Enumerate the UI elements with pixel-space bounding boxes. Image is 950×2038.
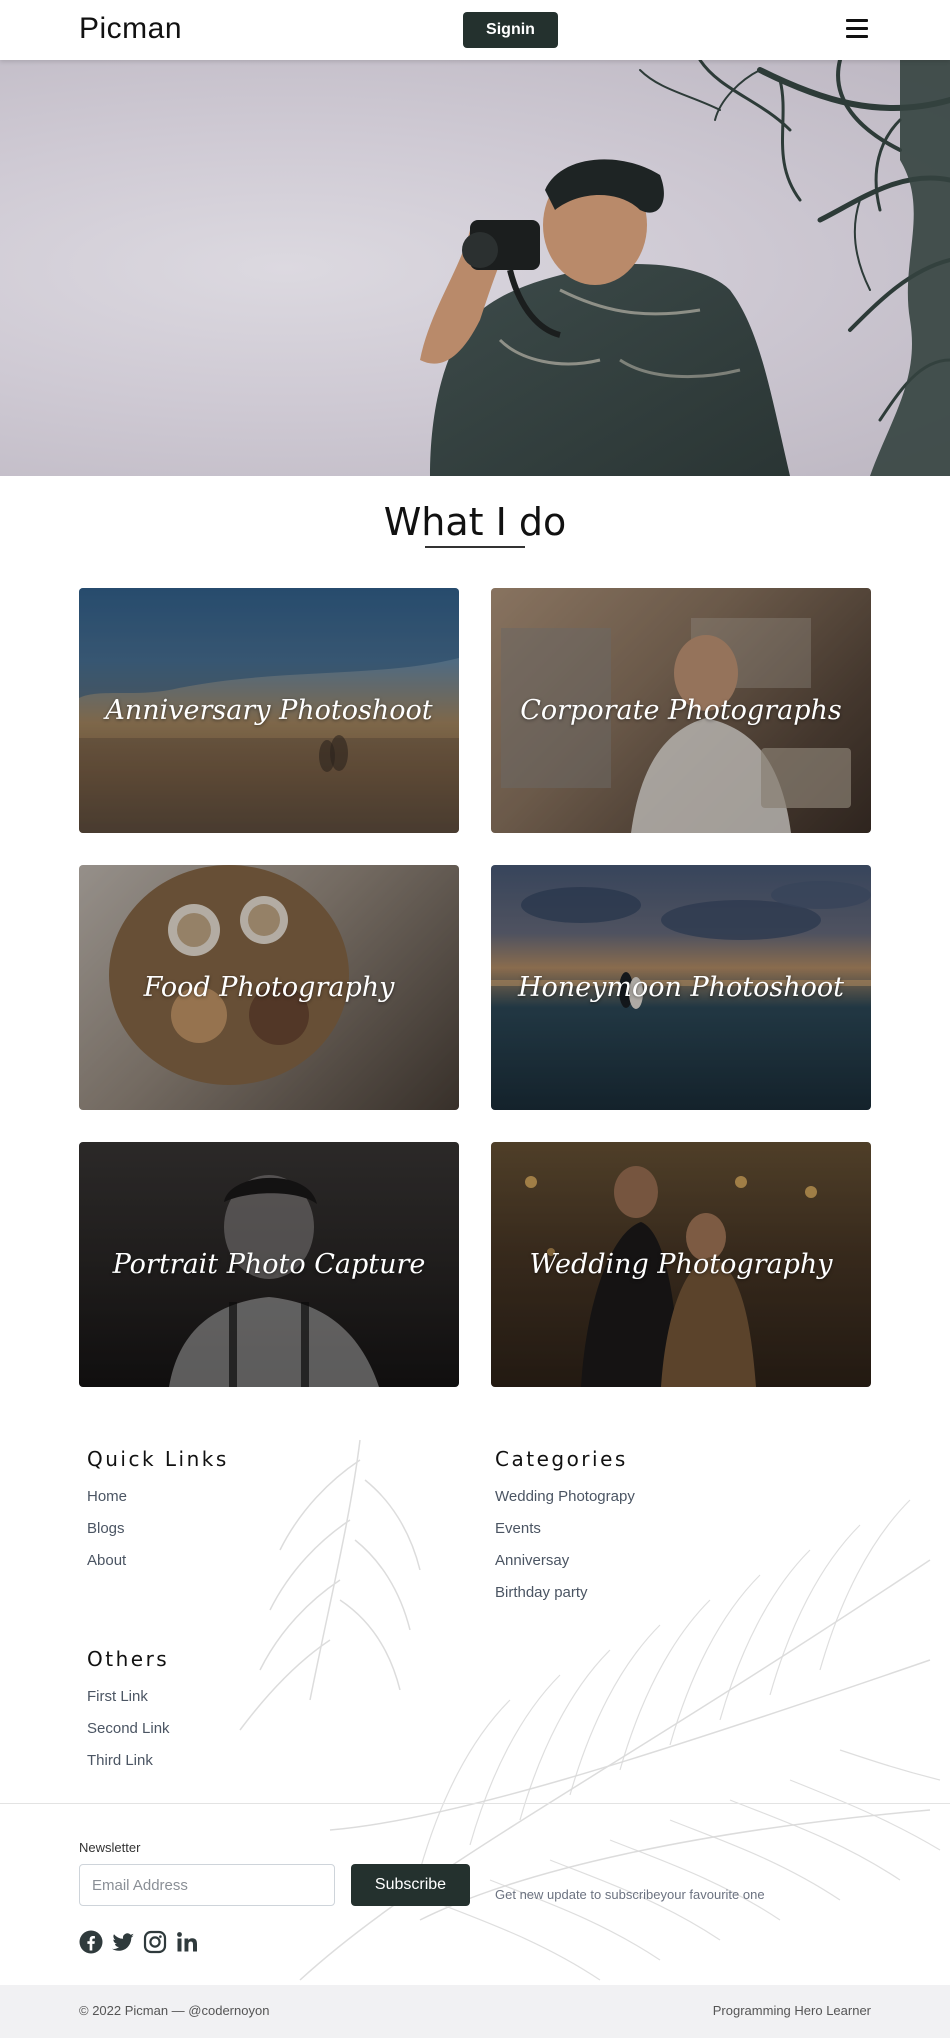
category-link-anniversary[interactable]: Anniversay <box>495 1552 569 1569</box>
service-card-corporate[interactable]: Corporate Photographs <box>491 588 871 833</box>
others-link-third[interactable]: Third Link <box>87 1752 153 1769</box>
footer-link-about[interactable]: About <box>87 1552 126 1569</box>
brand-logo[interactable]: Picman <box>79 12 182 46</box>
others-title: Others <box>87 1647 170 1671</box>
signin-button[interactable]: Signin <box>463 12 558 48</box>
card-label: Portrait Photo Capture <box>112 1249 426 1280</box>
copyright-text: © 2022 Picman — @codernoyon <box>79 2003 270 2018</box>
newsletter-note: Get new update to subscribeyour favourit… <box>495 1887 765 1902</box>
card-label: Wedding Photography <box>529 1249 833 1280</box>
card-label: Honeymoon Photoshoot <box>517 972 845 1003</box>
newsletter-label: Newsletter <box>79 1840 141 1855</box>
navbar: Picman Signin <box>0 0 950 60</box>
categories-title: Categories <box>495 1447 628 1471</box>
category-link-birthday[interactable]: Birthday party <box>495 1584 588 1601</box>
service-card-anniversary[interactable]: Anniversary Photoshoot <box>79 588 459 833</box>
service-card-wedding[interactable]: Wedding Photography <box>491 1142 871 1387</box>
instagram-icon[interactable] <box>143 1930 167 1954</box>
hero-image <box>0 60 950 476</box>
title-underline <box>425 546 525 548</box>
bottom-bar: © 2022 Picman — @codernoyon Programming … <box>0 1985 950 2038</box>
linkedin-icon[interactable] <box>175 1930 199 1954</box>
subscribe-button[interactable]: Subscribe <box>351 1864 470 1906</box>
hamburger-menu-icon[interactable] <box>846 19 868 39</box>
quick-links-title: Quick Links <box>87 1447 229 1471</box>
newsletter-email-input[interactable] <box>79 1864 335 1906</box>
others-link-second[interactable]: Second Link <box>87 1720 170 1737</box>
card-label: Anniversary Photoshoot <box>105 695 433 726</box>
facebook-icon[interactable] <box>79 1930 103 1954</box>
others-link-first[interactable]: First Link <box>87 1688 148 1705</box>
hero-photo <box>420 60 950 476</box>
card-label: Corporate Photographs <box>520 695 842 726</box>
twitter-icon[interactable] <box>111 1930 135 1954</box>
footer-divider <box>0 1803 950 1804</box>
credit-text: Programming Hero Learner <box>712 2003 871 2018</box>
footer-link-home[interactable]: Home <box>87 1488 127 1505</box>
service-card-honeymoon[interactable]: Honeymoon Photoshoot <box>491 865 871 1110</box>
section-title: What I do <box>383 500 567 544</box>
footer-link-blogs[interactable]: Blogs <box>87 1520 125 1537</box>
category-link-events[interactable]: Events <box>495 1520 541 1537</box>
service-card-food[interactable]: Food Photography <box>79 865 459 1110</box>
card-label: Food Photography <box>143 972 395 1003</box>
category-link-wedding[interactable]: Wedding Photograpy <box>495 1488 635 1505</box>
service-card-portrait[interactable]: Portrait Photo Capture <box>79 1142 459 1387</box>
